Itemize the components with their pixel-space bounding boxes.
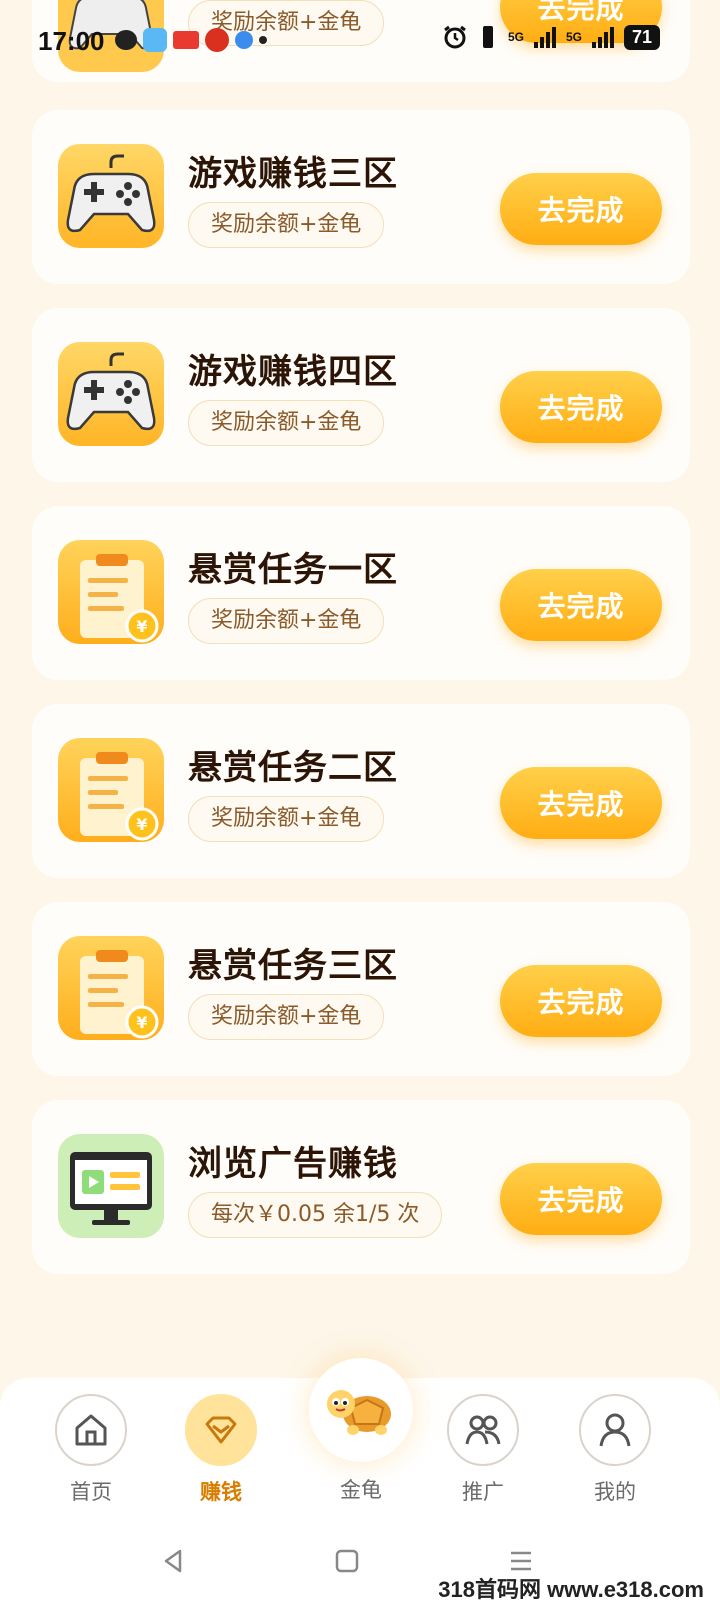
clipboard-coin-icon: ¥ [58, 540, 164, 644]
task-title: 悬赏任务一区 [188, 550, 398, 590]
reward-pill: 奖励余额+金龟 [188, 400, 385, 446]
task-title: 悬赏任务二区 [188, 748, 398, 788]
task-card: ¥ 悬赏任务三区奖励余额+金龟 去完成 [32, 902, 690, 1076]
home-icon [75, 1414, 107, 1446]
reward-pill: 每次￥0.05 余1/5 次 [188, 1192, 443, 1238]
task-title: 游戏赚钱四区 [188, 352, 398, 392]
status-bar: 17:00 5G 5G 71 [0, 0, 720, 80]
nav-promote-label: 推广 [462, 1480, 504, 1504]
weather-icon [143, 28, 167, 52]
app-notification-icon [205, 28, 229, 52]
svg-text:¥: ¥ [136, 1013, 147, 1032]
nav-home[interactable]: 首页 [46, 1394, 136, 1506]
bottom-nav: 首页 赚钱 金龟 推广 我的 [0, 1358, 720, 1538]
status-right: 5G 5G 71 [442, 24, 660, 50]
reward-pill: 奖励余额+金龟 [188, 202, 385, 248]
vibrate-icon [482, 26, 493, 48]
alarm-icon [444, 25, 466, 49]
signal-bars-1-icon [533, 26, 556, 48]
go-complete-button[interactable]: 去完成 [500, 1163, 662, 1235]
network-type-2: 5G [565, 30, 582, 44]
nav-earn-label: 赚钱 [200, 1480, 242, 1504]
svg-text:¥: ¥ [136, 617, 147, 636]
go-complete-button[interactable]: 去完成 [500, 767, 662, 839]
gamepad-icon [58, 342, 164, 446]
task-card: 游戏赚钱四区奖励余额+金龟 去完成 [32, 308, 690, 482]
toutiao-icon [173, 31, 199, 49]
gamepad-icon [58, 144, 164, 248]
diamond-icon [205, 1416, 237, 1444]
nav-turtle-label: 金龟 [340, 1478, 382, 1502]
go-complete-button[interactable]: 去完成 [500, 371, 662, 443]
nav-mine-label: 我的 [594, 1480, 636, 1504]
menu-icon[interactable] [508, 1548, 534, 1574]
status-time: 17:00 [38, 26, 105, 56]
nav-mine[interactable]: 我的 [570, 1394, 660, 1506]
task-title: 悬赏任务三区 [188, 946, 398, 986]
reward-pill: 奖励余额+金龟 [188, 796, 385, 842]
task-card: ¥ 悬赏任务二区奖励余额+金龟 去完成 [32, 704, 690, 878]
clipboard-coin-icon: ¥ [58, 936, 164, 1040]
battery-level: 71 [623, 24, 660, 50]
nav-turtle[interactable] [309, 1358, 413, 1462]
go-complete-button[interactable]: 去完成 [500, 569, 662, 641]
dot-icon [259, 36, 267, 44]
task-card: 游戏赚钱三区奖励余额+金龟 去完成 [32, 110, 690, 284]
task-title: 浏览广告赚钱 [188, 1144, 398, 1184]
wechat-icon [115, 30, 137, 50]
nav-home-label: 首页 [70, 1480, 112, 1504]
back-icon[interactable] [160, 1548, 186, 1574]
users-icon [465, 1415, 501, 1445]
go-complete-button[interactable]: 去完成 [500, 173, 662, 245]
nav-promote[interactable]: 推广 [438, 1394, 528, 1506]
svg-text:¥: ¥ [136, 815, 147, 834]
reward-pill: 奖励余额+金龟 [188, 598, 385, 644]
network-type-1: 5G [507, 30, 524, 44]
watermark: 318首码网 www.e318.com [438, 1577, 704, 1602]
signal-bars-2-icon [591, 26, 614, 48]
task-title: 游戏赚钱三区 [188, 154, 398, 194]
task-card: ¥ 悬赏任务一区奖励余额+金龟 去完成 [32, 506, 690, 680]
home-square-icon[interactable] [334, 1548, 360, 1574]
turtle-icon [327, 1390, 391, 1435]
notification-icons [115, 28, 267, 52]
go-complete-button[interactable]: 去完成 [500, 965, 662, 1037]
user-icon [599, 1413, 631, 1447]
nav-earn[interactable]: 赚钱 [176, 1394, 266, 1506]
task-card: 浏览广告赚钱每次￥0.05 余1/5 次 去完成 [32, 1100, 690, 1274]
browser-icon [235, 31, 253, 49]
reward-pill: 奖励余额+金龟 [188, 994, 385, 1040]
clipboard-coin-icon: ¥ [58, 738, 164, 842]
monitor-icon [58, 1134, 164, 1238]
